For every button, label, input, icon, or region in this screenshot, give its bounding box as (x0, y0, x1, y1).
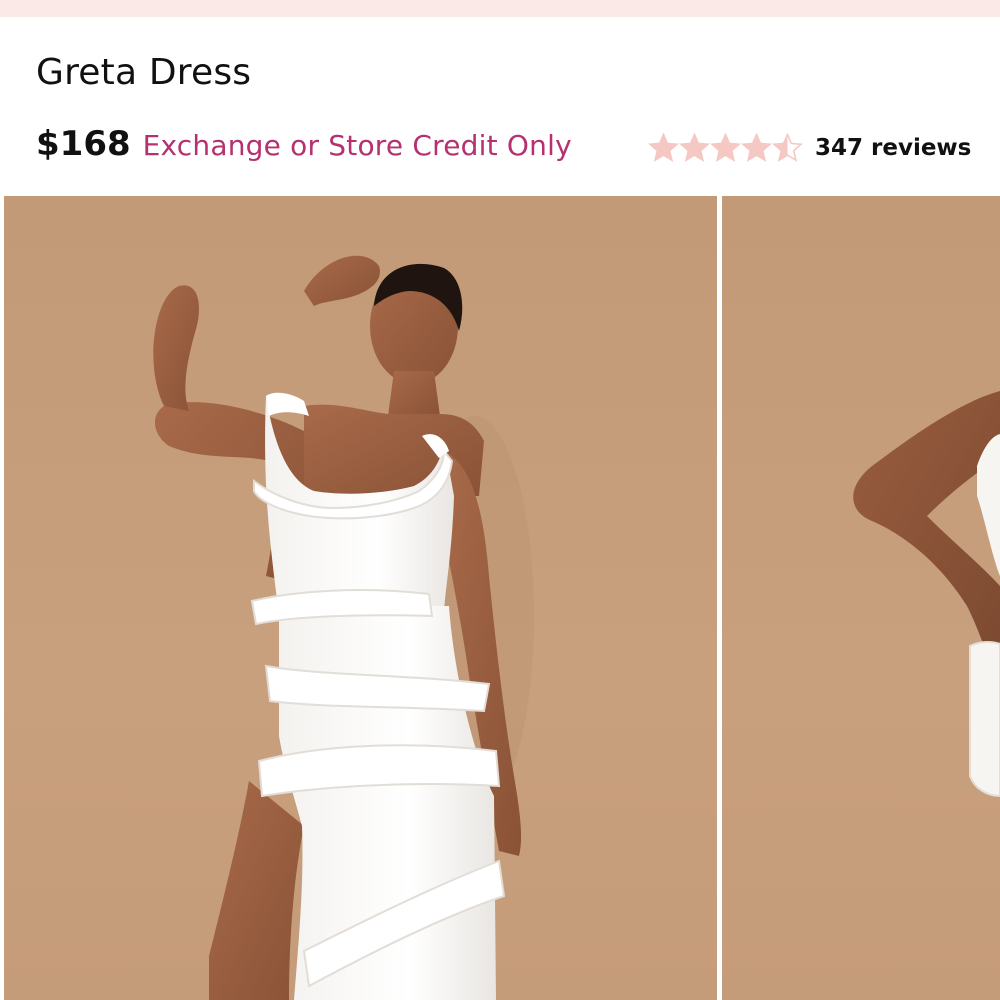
star-icon (772, 133, 803, 162)
star-icon (710, 133, 741, 162)
price-row: $168 Exchange or Store Credit Only (36, 124, 572, 168)
product-title: Greta Dress (36, 52, 252, 93)
return-policy-text: Exchange or Store Credit Only (142, 129, 572, 162)
review-count-link[interactable]: 347 reviews (815, 135, 971, 161)
model-photo-illustration-2 (853, 391, 1000, 798)
model-photo-illustration (153, 255, 534, 1000)
product-image-secondary[interactable] (722, 196, 1000, 1000)
product-image-gallery (0, 196, 1000, 1000)
rating-summary[interactable]: 347 reviews (648, 128, 971, 168)
star-icon (741, 133, 772, 162)
star-rating (648, 133, 803, 163)
top-banner-strip (0, 0, 1000, 17)
product-image-main[interactable] (4, 196, 717, 1000)
product-price: $168 (36, 124, 131, 164)
star-icon (648, 133, 679, 162)
star-icon (679, 133, 710, 162)
